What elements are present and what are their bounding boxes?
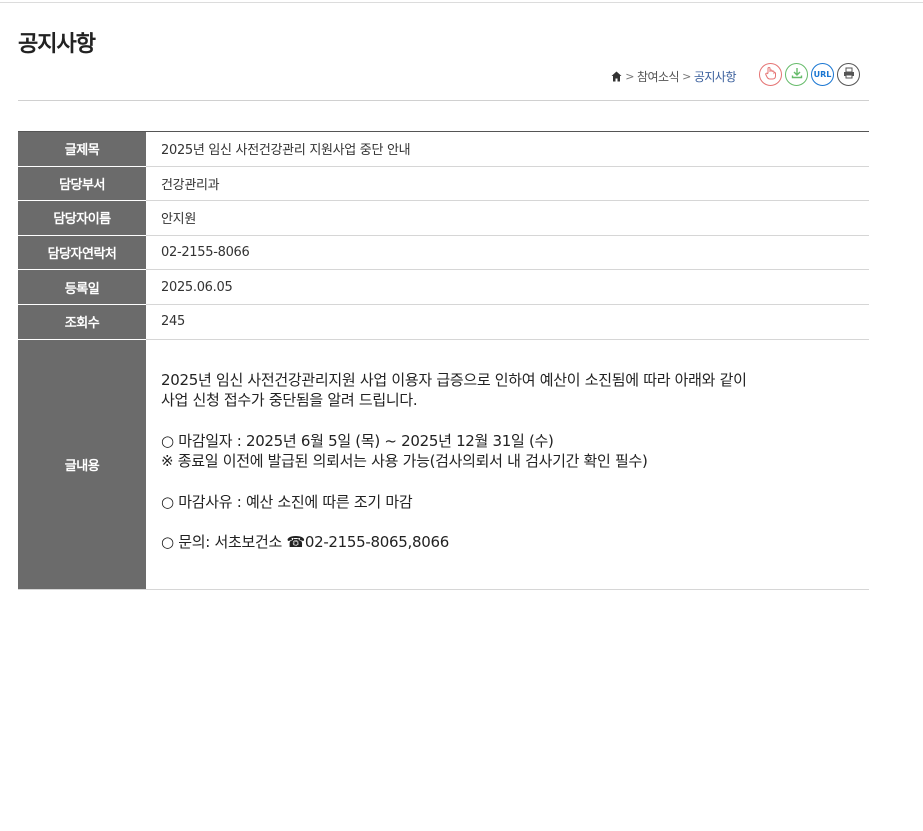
field-value: 건강관리과 xyxy=(146,166,869,202)
content-line: ※ 종료일 이전에 발급된 의뢰서는 사용 가능(검사의뢰서 내 검사기간 확인… xyxy=(161,452,648,471)
home-icon[interactable] xyxy=(611,71,622,82)
field-label: 글제목 xyxy=(18,131,146,167)
toolbar: URL xyxy=(759,63,860,86)
field-label: 등록일 xyxy=(18,269,146,305)
field-row-views: 조회수 245 xyxy=(18,304,869,340)
breadcrumb-item-notice[interactable]: 공지사항 xyxy=(694,68,737,85)
top-divider xyxy=(0,2,923,3)
field-value: 2025년 임신 사전건강관리 지원사업 중단 안내 xyxy=(146,131,869,167)
field-row-department: 담당부서 건강관리과 xyxy=(18,166,869,202)
content-line: ○ 문의: 서초보건소 ☎02-2155-8065,8066 xyxy=(161,533,449,552)
printer-icon xyxy=(843,67,855,82)
field-label: 담당자이름 xyxy=(18,200,146,236)
field-value: 안지원 xyxy=(146,200,869,236)
chevron-right-icon: > xyxy=(682,70,691,83)
download-button[interactable] xyxy=(785,63,808,86)
header-divider xyxy=(18,100,869,101)
print-button[interactable] xyxy=(837,63,860,86)
field-value: 2025.06.05 xyxy=(146,269,869,305)
field-label: 담당부서 xyxy=(18,166,146,202)
content-line: ○ 마감일자 : 2025년 6월 5일 (목) ~ 2025년 12월 31일… xyxy=(161,431,554,450)
page-title: 공지사항 xyxy=(18,32,96,57)
share-button[interactable] xyxy=(759,63,782,86)
field-value: 245 xyxy=(146,304,869,340)
field-label: 담당자연락처 xyxy=(18,235,146,271)
field-value: 02-2155-8066 xyxy=(146,235,869,271)
url-icon: URL xyxy=(813,70,832,79)
field-label: 조회수 xyxy=(18,304,146,340)
field-row-content: 글내용 2025년 임신 사전건강관리지원 사업 이용자 급증으로 인하여 예산… xyxy=(18,339,869,590)
download-icon xyxy=(791,67,803,82)
field-row-title: 글제목 2025년 임신 사전건강관리 지원사업 중단 안내 xyxy=(18,131,869,167)
field-row-date: 등록일 2025.06.05 xyxy=(18,269,869,305)
breadcrumb-item-participation[interactable]: 참여소식 xyxy=(637,68,680,85)
copy-url-button[interactable]: URL xyxy=(811,63,834,86)
field-label: 글내용 xyxy=(18,339,146,590)
hand-pointer-icon xyxy=(765,66,776,83)
content-line: 2025년 임신 사전건강관리지원 사업 이용자 급증으로 인하여 예산이 소진… xyxy=(161,370,747,389)
breadcrumb: > 참여소식 > 공지사항 xyxy=(611,68,737,85)
chevron-right-icon: > xyxy=(625,70,634,83)
content-line: ○ 마감사유 : 예산 소진에 따른 조기 마감 xyxy=(161,492,413,511)
notice-content: 2025년 임신 사전건강관리지원 사업 이용자 급증으로 인하여 예산이 소진… xyxy=(146,339,869,590)
notice-detail-table: 글제목 2025년 임신 사전건강관리 지원사업 중단 안내 담당부서 건강관리… xyxy=(18,131,869,590)
field-row-contact-phone: 담당자연락처 02-2155-8066 xyxy=(18,235,869,271)
content-line: 사업 신청 접수가 중단됨을 알려 드립니다. xyxy=(161,391,418,410)
field-row-contact-name: 담당자이름 안지원 xyxy=(18,200,869,236)
